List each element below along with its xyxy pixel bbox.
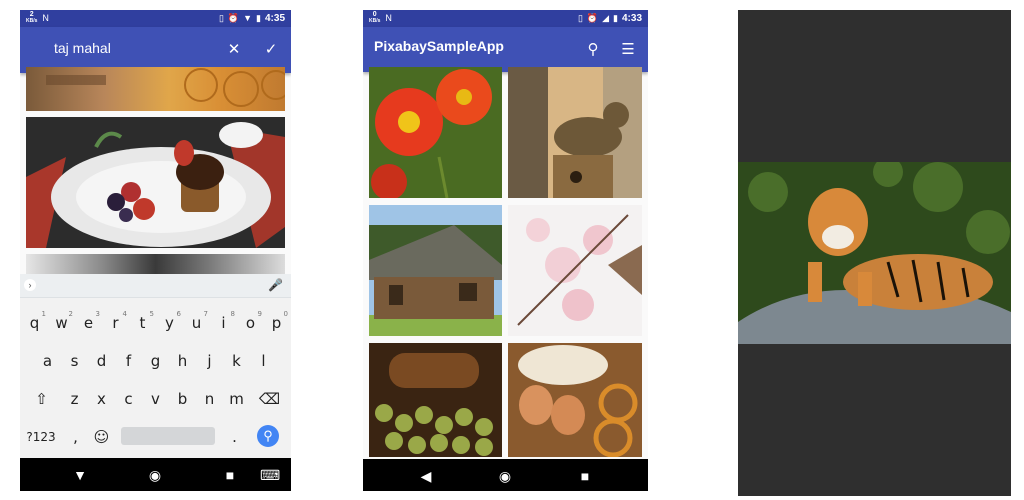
emoji-icon[interactable]: ☺: [88, 418, 115, 456]
navigation-bar: ◀ ◉ ■: [363, 459, 648, 491]
key-q[interactable]: q1: [21, 304, 48, 342]
suggestion-strip: › 🎤: [20, 274, 291, 298]
app-title: PixabaySampleApp: [374, 38, 504, 54]
key-j[interactable]: j: [196, 342, 223, 380]
key-z[interactable]: z: [61, 380, 88, 418]
key-c[interactable]: c: [115, 380, 142, 418]
key-s[interactable]: s: [61, 342, 88, 380]
key-i[interactable]: i8: [210, 304, 237, 342]
result-image-partial[interactable]: [26, 254, 285, 274]
key-t[interactable]: t5: [129, 304, 156, 342]
search-icon[interactable]: ⚲: [580, 37, 606, 63]
close-icon[interactable]: ✕: [221, 37, 247, 63]
key-u[interactable]: u7: [183, 304, 210, 342]
barn-illustration: [369, 205, 502, 336]
check-icon[interactable]: ✓: [258, 37, 284, 63]
app-bar: PixabaySampleApp ⚲ ☰: [363, 27, 648, 72]
back-down-icon[interactable]: ▼: [70, 465, 90, 485]
status-bar: 2 KB/s N ▯ ⏰ ▼ ▮ 4:35: [20, 10, 291, 27]
blossoms-illustration: [508, 205, 642, 336]
key-r[interactable]: r4: [102, 304, 129, 342]
grid-image-olives[interactable]: [369, 343, 502, 457]
key-h[interactable]: h: [169, 342, 196, 380]
grid-image-blossoms[interactable]: [508, 205, 642, 336]
poppies-illustration: [369, 67, 502, 198]
fullscreen-image-tiger[interactable]: [738, 162, 1011, 344]
key-v[interactable]: v: [142, 380, 169, 418]
key-w[interactable]: w2: [48, 304, 75, 342]
clock: 4:33: [621, 12, 642, 24]
key-l[interactable]: l: [250, 342, 277, 380]
clock: 4:35: [264, 12, 285, 24]
key-b[interactable]: b: [169, 380, 196, 418]
key-d[interactable]: d: [88, 342, 115, 380]
grid-image-poppies[interactable]: [369, 67, 502, 198]
cat-illustration: [508, 67, 642, 198]
eggs-illustration: [508, 343, 642, 457]
keyboard-row-3: ⇧ z x c v b n m ⌫: [20, 380, 291, 418]
signal-icon: ◢: [602, 13, 610, 23]
back-icon[interactable]: ◀: [416, 466, 436, 486]
keyboard-row-1: q1 w2 e3 r4 t5 y6 u7 i8 o9 p0: [20, 304, 291, 342]
vibrate-icon: ▯: [218, 13, 224, 23]
battery-icon: ▮: [613, 13, 618, 23]
network-speed: 0 KB/s: [369, 11, 381, 24]
grid-image-barn[interactable]: [369, 205, 502, 336]
key-m[interactable]: m: [223, 380, 250, 418]
network-speed: 2 KB/s: [26, 11, 38, 24]
battery-icon: ▮: [256, 13, 261, 23]
key-y[interactable]: y6: [156, 304, 183, 342]
cupcake-plate: [26, 117, 285, 248]
olives-illustration: [369, 343, 502, 457]
key-period[interactable]: .: [221, 418, 248, 456]
grid-image-cat[interactable]: [508, 67, 642, 198]
result-image-cupcake[interactable]: [26, 117, 285, 248]
key-e[interactable]: e3: [75, 304, 102, 342]
key-g[interactable]: g: [142, 342, 169, 380]
tiger-illustration: [738, 162, 1011, 344]
key-comma[interactable]: ,: [62, 418, 89, 456]
recents-icon[interactable]: ■: [575, 466, 595, 486]
key-n[interactable]: n: [196, 380, 223, 418]
microphone-icon[interactable]: 🎤: [268, 278, 283, 292]
keyboard-switch-icon[interactable]: ⌨: [260, 465, 280, 485]
result-image-waffles[interactable]: [26, 67, 285, 111]
keyboard-search-icon[interactable]: ⚲: [257, 425, 279, 447]
grid-image-eggs-waffles[interactable]: [508, 343, 642, 457]
keyboard-row-4: ?123 , ☺ . ⚲: [20, 418, 291, 456]
key-o[interactable]: o9: [237, 304, 264, 342]
wifi-icon: ▼: [243, 13, 253, 23]
key-f[interactable]: f: [115, 342, 142, 380]
key-x[interactable]: x: [88, 380, 115, 418]
navigation-bar: ▼ ◉ ■ ⌨: [20, 458, 291, 491]
image-detail-screen: [738, 10, 1011, 496]
backspace-icon[interactable]: ⌫: [256, 380, 283, 418]
shift-icon[interactable]: ⇧: [28, 380, 55, 418]
alarm-icon: ⏰: [586, 13, 599, 23]
vibrate-icon: ▯: [577, 13, 583, 23]
recents-icon[interactable]: ■: [220, 465, 240, 485]
status-bar: 0 KB/s N ▯ ⏰ ◢ ▮ 4:33: [363, 10, 648, 27]
home-icon[interactable]: ◉: [145, 465, 165, 485]
soft-keyboard: › 🎤 q1 w2 e3 r4 t5 y6 u7 i8 o9 p0 a s d …: [20, 274, 291, 458]
home-icon[interactable]: ◉: [495, 466, 515, 486]
notification-n-icon: N: [385, 13, 392, 23]
symbols-key[interactable]: ?123: [26, 418, 56, 456]
chevron-right-icon[interactable]: ›: [24, 279, 36, 291]
alarm-icon: ⏰: [227, 13, 240, 23]
waffle-pattern: [46, 68, 285, 107]
key-a[interactable]: a: [34, 342, 61, 380]
notification-n-icon: N: [42, 13, 49, 23]
keyboard-row-2: a s d f g h j k l: [20, 342, 291, 380]
menu-icon[interactable]: ☰: [615, 37, 641, 63]
gallery-screen: 0 KB/s N ▯ ⏰ ◢ ▮ 4:33 PixabaySampleApp ⚲…: [363, 10, 648, 491]
key-k[interactable]: k: [223, 342, 250, 380]
key-p[interactable]: p0: [263, 304, 290, 342]
search-screen: 2 KB/s N ▯ ⏰ ▼ ▮ 4:35 taj mahal ✕ ✓ › 🎤 …: [20, 10, 291, 491]
space-bar[interactable]: [121, 427, 215, 445]
search-input[interactable]: taj mahal: [54, 40, 111, 56]
